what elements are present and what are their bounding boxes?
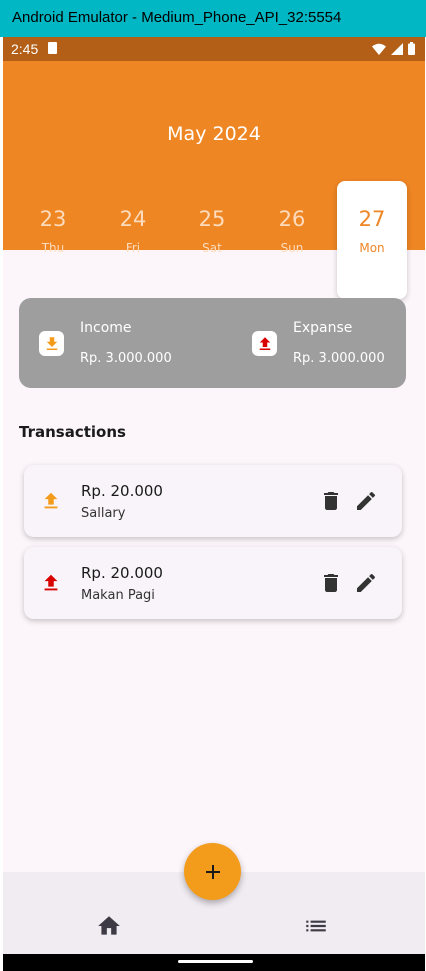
pencil-icon[interactable] <box>354 571 378 595</box>
battery-icon <box>408 42 415 55</box>
transaction-amount: Rp. 20.000 <box>81 564 163 582</box>
download-icon <box>39 489 63 513</box>
income-label: Income <box>80 320 132 336</box>
download-icon <box>39 331 64 356</box>
pencil-icon[interactable] <box>354 489 378 513</box>
transaction-description: Makan Pagi <box>81 588 155 603</box>
gesture-bar <box>3 954 425 971</box>
expense-label: Expanse <box>293 320 353 336</box>
phone-screen: 2:45 May 2024 23 Thu 24 Fri 25 Sat 26 Su… <box>3 37 425 971</box>
expense-amount: Rp. 3.000.000 <box>293 351 385 366</box>
wifi-icon <box>372 43 386 55</box>
calendar-header: May 2024 23 Thu 24 Fri 25 Sat 26 Sun 27 … <box>3 61 425 299</box>
date-weekday: Fri <box>125 241 141 255</box>
date-item-24[interactable]: 24 Fri <box>98 181 168 299</box>
date-item-27-selected[interactable]: 27 Mon <box>337 181 407 299</box>
transaction-item[interactable]: Rp. 20.000 Sallary <box>24 465 402 537</box>
date-weekday: Thu <box>41 241 65 255</box>
income-amount: Rp. 3.000.000 <box>80 351 172 366</box>
upload-icon <box>39 571 63 595</box>
date-number: 27 <box>358 207 386 231</box>
transaction-item[interactable]: Rp. 20.000 Makan Pagi <box>24 547 402 619</box>
date-item-25[interactable]: 25 Sat <box>177 181 247 299</box>
upload-icon <box>252 331 277 356</box>
transaction-description: Sallary <box>81 506 126 521</box>
date-number: 23 <box>39 207 67 231</box>
add-transaction-button[interactable] <box>184 843 241 900</box>
trash-icon[interactable] <box>319 489 343 513</box>
status-icons <box>372 42 415 55</box>
month-label: May 2024 <box>167 123 261 145</box>
transaction-amount: Rp. 20.000 <box>81 482 163 500</box>
nav-list[interactable] <box>302 912 330 940</box>
signal-icon <box>391 42 403 55</box>
list-icon <box>306 920 326 932</box>
date-number: 26 <box>278 207 306 231</box>
date-weekday: Sat <box>202 241 222 255</box>
gesture-handle[interactable] <box>178 960 253 963</box>
status-bar: 2:45 <box>3 37 425 61</box>
home-icon <box>98 916 120 935</box>
date-item-26[interactable]: 26 Sun <box>257 181 327 299</box>
status-time: 2:45 <box>11 41 39 57</box>
trash-icon[interactable] <box>319 571 343 595</box>
emulator-window-title: Android Emulator - Medium_Phone_API_32:5… <box>0 0 426 37</box>
date-item-23[interactable]: 23 Thu <box>18 181 88 299</box>
plus-icon <box>205 864 220 879</box>
date-weekday: Sun <box>280 241 304 255</box>
date-number: 25 <box>198 207 226 231</box>
nav-home[interactable] <box>95 912 123 940</box>
transactions-heading: Transactions <box>19 423 126 441</box>
balance-summary-card: Income Rp. 3.000.000 Expanse Rp. 3.000.0… <box>19 298 406 388</box>
date-weekday: Mon <box>359 241 385 255</box>
sd-card-icon <box>48 42 57 54</box>
date-number: 24 <box>119 207 147 231</box>
